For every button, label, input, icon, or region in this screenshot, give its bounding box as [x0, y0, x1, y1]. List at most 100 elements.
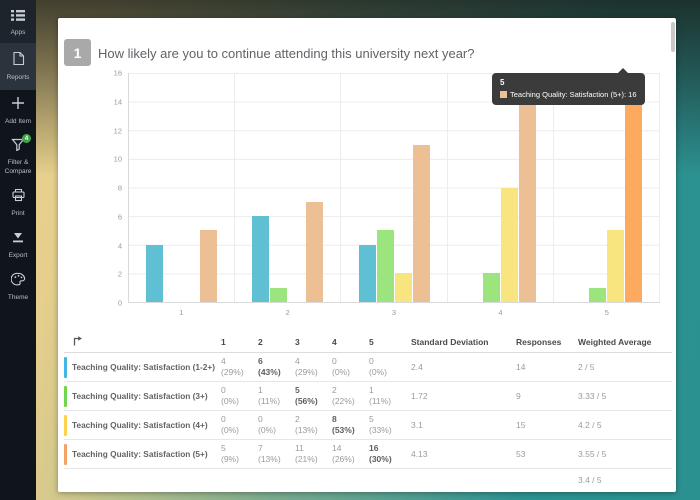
- count-cell: 0 (0%): [221, 384, 239, 406]
- sidebar-item-add-item[interactable]: Add Item: [0, 90, 36, 132]
- row-accent-bar: [64, 443, 67, 465]
- std-deviation-cell: 1.72: [411, 391, 428, 401]
- table-footer-row: 3.4 / 5: [64, 469, 672, 491]
- count-cell: 0 (0%): [332, 355, 350, 377]
- y-tick: 12: [113, 126, 122, 135]
- count-cell: 1 (11%): [369, 384, 392, 406]
- count-cell: 1 (11%): [258, 384, 281, 406]
- count-cell: 0 (0%): [258, 413, 276, 435]
- count-cell: 4 (29%): [221, 355, 244, 377]
- table-row: Teaching Quality: Satisfaction (3+) 0 (0%)…: [64, 382, 672, 411]
- bar[interactable]: [482, 273, 500, 302]
- col-header: 5: [369, 336, 374, 347]
- responses-cell: 14: [516, 362, 526, 372]
- count-cell: 2 (22%): [332, 384, 355, 406]
- sidebar-item-apps[interactable]: Apps: [0, 0, 36, 44]
- bar[interactable]: [624, 73, 642, 302]
- chart-tooltip: 5 Teaching Quality: Satisfaction (5+): 1…: [492, 68, 645, 105]
- bar[interactable]: [200, 230, 218, 302]
- sidebar-item-label: Reports: [6, 74, 30, 82]
- bar[interactable]: [588, 287, 606, 302]
- sidebar-item-print[interactable]: Print: [0, 182, 36, 224]
- bar[interactable]: [500, 187, 518, 302]
- results-table: 1 2 3 4 5 Standard Deviation Responses W…: [64, 331, 672, 491]
- reports-icon: [12, 51, 25, 71]
- apps-icon: [11, 8, 25, 26]
- row-accent-bar: [64, 356, 67, 378]
- table-body: Teaching Quality: Satisfaction (1-2+) 4 (2…: [64, 353, 672, 469]
- sidebar-item-label: Theme: [7, 294, 29, 302]
- bar[interactable]: [412, 144, 430, 302]
- sidebar-item-filter-compare[interactable]: 4 Filter & Compare: [0, 132, 36, 182]
- col-header: 1: [221, 336, 226, 347]
- sidebar-item-label: Print: [11, 210, 25, 218]
- filter-badge: 4: [22, 134, 31, 144]
- count-cell: 0 (0%): [369, 355, 387, 377]
- sidebar: Apps Reports Add Item 4 Filter & Compare: [0, 0, 36, 500]
- bar[interactable]: [252, 216, 270, 302]
- report-card: 1 How likely are you to continue attendi…: [58, 18, 676, 492]
- y-tick: 0: [117, 298, 122, 308]
- table-row: Teaching Quality: Satisfaction (4+) 0 (0%)…: [64, 411, 672, 440]
- scrollbar-thumb[interactable]: [671, 22, 675, 52]
- sidebar-item-export[interactable]: Export: [0, 225, 36, 266]
- bar[interactable]: [394, 273, 412, 302]
- y-tick: 2: [117, 269, 122, 279]
- bar[interactable]: [306, 201, 324, 302]
- responses-cell: 15: [516, 420, 526, 430]
- bar-group-3: [341, 73, 448, 302]
- col-header: Standard Deviation: [411, 336, 489, 347]
- chart-plot: [128, 73, 661, 303]
- x-tick: 2: [285, 308, 290, 317]
- table-row: Teaching Quality: Satisfaction (1-2+) 4 (2…: [64, 353, 672, 382]
- row-label: Teaching Quality: Satisfaction (3+): [72, 391, 208, 401]
- question-number-badge: 1: [64, 39, 91, 66]
- y-tick: 8: [117, 183, 122, 193]
- row-accent-bar: [64, 385, 67, 407]
- weighted-average-cell: 3.33 / 5: [578, 391, 607, 401]
- count-cell: 5 (33%): [369, 413, 392, 435]
- std-deviation-cell: 2.4: [411, 362, 423, 372]
- y-tick: 16: [113, 68, 122, 78]
- weighted-average-cell: 3.55 / 5: [578, 449, 607, 459]
- sidebar-item-theme[interactable]: Theme: [0, 266, 36, 308]
- x-tick: 4: [498, 308, 503, 317]
- theme-icon: [10, 272, 26, 291]
- bar[interactable]: [606, 230, 624, 302]
- sidebar-item-reports[interactable]: Reports: [0, 43, 36, 90]
- y-tick: 14: [113, 97, 122, 107]
- sidebar-item-label: Add Item: [4, 117, 31, 125]
- print-icon: [11, 188, 26, 207]
- overall-weighted-average: 3.4 / 5: [578, 475, 602, 485]
- count-cell: 0 (0%): [221, 413, 239, 435]
- responses-cell: 53: [516, 449, 526, 459]
- count-cell: 5 (9%): [221, 442, 239, 464]
- row-accent-bar: [64, 414, 67, 436]
- weighted-average-cell: 4.2 / 5: [578, 420, 602, 430]
- bar[interactable]: [358, 244, 376, 302]
- col-header: 4: [332, 336, 337, 347]
- tooltip-swatch: [500, 91, 507, 98]
- x-tick: 5: [604, 308, 609, 317]
- sidebar-item-label: Export: [8, 251, 28, 259]
- bar-group-1: [129, 73, 236, 302]
- weighted-average-cell: 2 / 5: [578, 362, 595, 372]
- col-header: 2: [258, 336, 263, 347]
- question-title: How likely are you to continue attending…: [98, 46, 475, 61]
- sort-icon[interactable]: [72, 335, 83, 348]
- std-deviation-cell: 4.13: [411, 449, 428, 459]
- tooltip-title: 5: [500, 78, 505, 87]
- count-cell: 2 (13%): [295, 413, 318, 435]
- y-tick: 4: [117, 241, 122, 250]
- count-cell: 7 (13%): [258, 442, 281, 464]
- export-icon: [11, 231, 25, 249]
- filter-icon: 4: [11, 134, 31, 156]
- bar[interactable]: [518, 101, 536, 302]
- bar[interactable]: [270, 287, 288, 302]
- bar[interactable]: [376, 230, 394, 302]
- bar-group-4: [448, 73, 554, 302]
- bar[interactable]: [146, 244, 164, 302]
- count-cell: 11 (21%): [295, 442, 318, 464]
- y-tick: 10: [113, 154, 122, 164]
- col-header: Responses: [516, 336, 562, 347]
